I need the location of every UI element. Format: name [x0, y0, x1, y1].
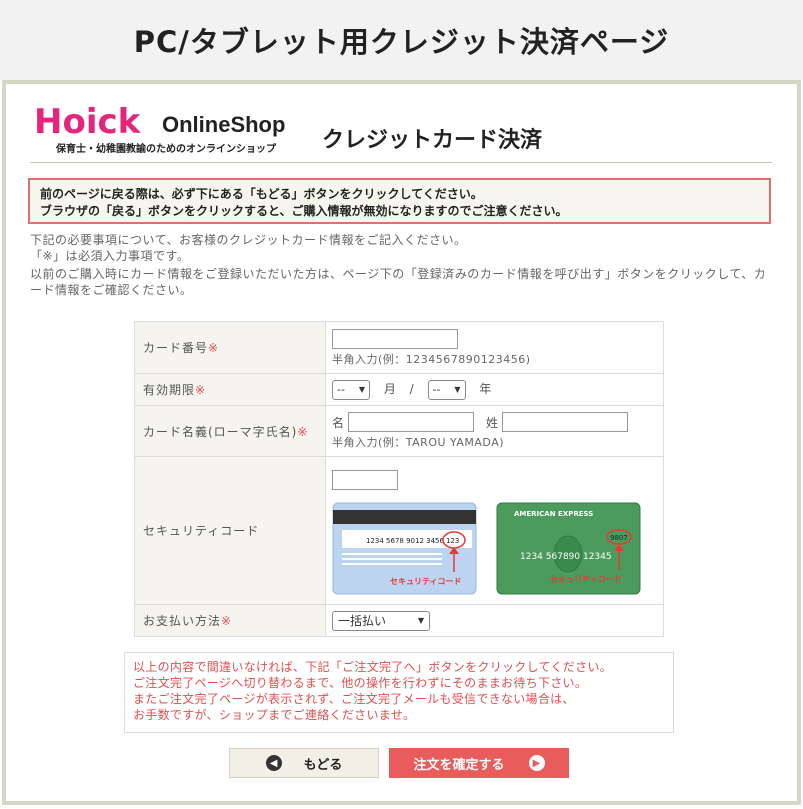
- logo-text: OnlineShop: [162, 112, 286, 137]
- intro-line-2: 「※」は必須入力事項です。: [30, 249, 190, 263]
- security-code-input[interactable]: [332, 469, 398, 490]
- intro-line-1: 下記の必要事項について、お客様のクレジットカード情報をご記入ください。: [30, 233, 467, 247]
- hoick-logo: Hoick: [34, 102, 142, 140]
- notice-line-3: またご注文完了ページが表示されず、ご注文完了メールも受信できない場合は、: [133, 692, 575, 706]
- logo-wordmark: Hoick: [34, 102, 142, 140]
- last-name-input[interactable]: [502, 412, 629, 432]
- card-name-hint: 半角入力(例：TAROU YAMADA): [332, 436, 505, 449]
- confirm-button-label: 注文を確定する: [413, 757, 505, 773]
- chevron-down-icon: ▼: [358, 385, 365, 394]
- required-mark: ※: [208, 341, 220, 355]
- card-number-row: カード番号※ 半角入力(例：1234567890123456): [134, 321, 664, 374]
- first-name-input[interactable]: [348, 412, 475, 432]
- card-number-hint: 半角入力(例：1234567890123456): [332, 352, 531, 366]
- intro-text: 下記の必要事項について、お客様のクレジットカード情報をご記入ください。 「※」は…: [30, 232, 775, 298]
- amex-card-number: 1234 567890 12345: [520, 552, 612, 562]
- warning-line-2: ブラウザの「戻る」ボタンをクリックすると、ご購入情報が無効になりますのでご注意く…: [40, 204, 568, 218]
- card-number-input[interactable]: [332, 328, 458, 349]
- visa-security-code: 123: [446, 537, 459, 545]
- payment-method-label: お支払い方法※: [134, 604, 326, 637]
- logo-subtitle: 保育士・幼稚園教諭のためのオンラインショップ: [56, 144, 276, 155]
- payment-method-row: お支払い方法※ 一括払い ▼: [134, 604, 664, 637]
- notice-line-1: 以上の内容で間違いなければ、下記「ご注文完了へ」ボタンをクリックしてください。: [133, 660, 612, 674]
- amex-security-code: 9807: [610, 534, 628, 542]
- credit-card-form: カード番号※ 半角入力(例：1234567890123456) 有効期限※ --…: [134, 321, 664, 637]
- amex-brand: AMERICAN EXPRESS: [514, 510, 593, 518]
- card-number-label: カード番号※: [134, 321, 326, 374]
- page-heading: クレジットカード決済: [322, 128, 543, 153]
- back-button-label: もどる: [303, 757, 343, 773]
- expiry-year-unit: 年: [479, 382, 492, 396]
- arrow-right-icon: ▶: [528, 755, 545, 771]
- required-mark: ※: [195, 383, 207, 397]
- required-mark: ※: [221, 614, 233, 628]
- notice-line-2: ご注文完了ページへ切り替わるまで、他の操作を行わずにそのままお待ち下さい。: [133, 676, 588, 690]
- amex-card-front-image: AMERICAN EXPRESS 1234 567890 12345 9807 …: [496, 502, 641, 594]
- notice-line-4: お手数ですが、ショップまでご連絡くださいませ。: [133, 708, 416, 722]
- security-code-guide: 1234 5678 9012 3456 123 セキュリティコード AMERIC…: [332, 502, 663, 596]
- confirm-order-button[interactable]: 注文を確定する ▶: [389, 748, 569, 778]
- chevron-down-icon: ▼: [454, 385, 461, 394]
- intro-line-3: 以前のご購入時にカード情報をご登録いただいた方は、ページ下の「登録済みのカード情…: [30, 267, 767, 297]
- expiry-month-select[interactable]: -- ▼: [332, 379, 370, 400]
- payment-method-select[interactable]: 一括払い ▼: [332, 610, 430, 631]
- visa-card-back-image: 1234 5678 9012 3456 123 セキュリティコード: [332, 502, 477, 594]
- expiry-year-select[interactable]: -- ▼: [427, 379, 466, 400]
- shop-header: Hoick OnlineShop 保育士・幼稚園教諭のためのオンラインショップ …: [32, 100, 772, 160]
- warning-line-1: 前のページに戻る際は、必ず下にある「もどる」ボタンをクリックしてください。: [40, 187, 483, 201]
- expiry-label: 有効期限※: [134, 373, 326, 406]
- arrow-left-icon: ◀: [265, 755, 282, 771]
- required-mark: ※: [297, 424, 309, 439]
- security-code-label: セキュリティコード: [134, 456, 326, 605]
- expiry-separator: /: [409, 382, 414, 396]
- card-name-label: カード名義(ローマ字氏名)※: [134, 405, 326, 457]
- warning-box: 前のページに戻る際は、必ず下にある「もどる」ボタンをクリックしてください。 ブラ…: [28, 178, 771, 224]
- amex-code-caption: セキュリティコード: [550, 575, 622, 584]
- page-banner: PC/タブレット用クレジット決済ページ: [0, 0, 803, 80]
- first-name-label: 名: [332, 415, 345, 430]
- visa-card-number: 1234 5678 9012 3456: [366, 537, 444, 545]
- security-code-row: セキュリティコード 1234 5678 9012 3456 123 セキュリティ…: [134, 456, 664, 605]
- back-button[interactable]: ◀ もどる: [229, 748, 379, 778]
- chevron-down-icon: ▼: [417, 616, 424, 625]
- expiry-month-unit: 月: [383, 382, 396, 396]
- header-divider: [30, 162, 772, 163]
- order-notice: 以上の内容で間違いなければ、下記「ご注文完了へ」ボタンをクリックしてください。 …: [124, 652, 674, 733]
- card-name-row: カード名義(ローマ字氏名)※ 名 姓 半角入力(例：TAROU YAMADA): [134, 405, 664, 457]
- page-banner-title: PC/タブレット用クレジット決済ページ: [133, 25, 670, 59]
- expiry-row: 有効期限※ -- ▼ 月 / -- ▼ 年: [134, 373, 664, 406]
- visa-code-caption: セキュリティコード: [390, 577, 462, 586]
- last-name-label: 姓: [486, 415, 499, 430]
